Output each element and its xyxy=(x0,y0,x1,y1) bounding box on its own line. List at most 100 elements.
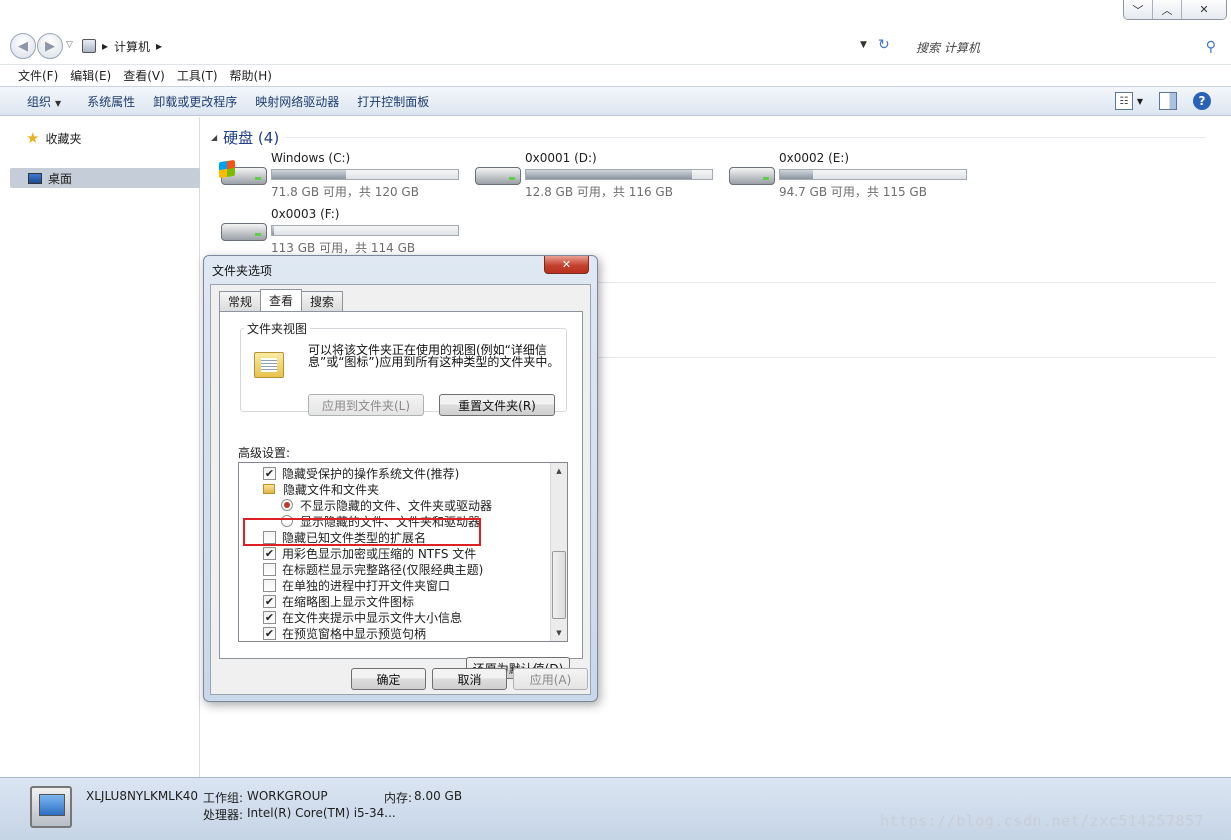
setting-row: 隐藏文件和文件夹 xyxy=(263,481,379,497)
window-controls: ﹀ ︿ ✕ xyxy=(1123,0,1227,20)
chevron-down-icon: ▼ xyxy=(55,98,62,108)
drive-item[interactable]: 0x0002 (E:) 94.7 GB 可用，共 115 GB xyxy=(727,151,977,203)
title-bar: ﹀ ︿ ✕ xyxy=(0,0,1231,30)
nav-item-favorites[interactable]: ★ 收藏夹 xyxy=(26,129,81,147)
breadcrumb[interactable]: ▸ 计算机 ▸ xyxy=(82,36,162,56)
menu-item[interactable]: 文件(F) xyxy=(12,67,64,84)
watermark: https://blog.csdn.net/zxc514257857 xyxy=(880,812,1205,830)
help-icon[interactable]: ? xyxy=(1193,92,1211,110)
setting-row[interactable]: ✔ 在缩略图上显示文件图标 xyxy=(263,593,414,609)
nav-item-label: 收藏夹 xyxy=(45,131,82,146)
tab-general[interactable]: 常规 xyxy=(219,291,262,311)
maximize-button[interactable]: ︿ xyxy=(1153,0,1182,19)
folder-options-dialog: 文件夹选项 ✕ 常规 查看 搜索 文件夹视图 可以将该文件夹正在使用的视图(例如… xyxy=(203,255,598,702)
dialog-close-button[interactable]: ✕ xyxy=(544,256,589,274)
setting-label: 隐藏文件和文件夹 xyxy=(283,482,380,497)
drive-usage-bar xyxy=(779,169,967,180)
scroll-down-icon[interactable]: ▼ xyxy=(551,625,567,641)
drive-free-space: 113 GB 可用，共 114 GB xyxy=(271,241,416,255)
map-network-drive-button[interactable]: 映射网络驱动器 xyxy=(246,93,348,110)
scroll-up-icon[interactable]: ▲ xyxy=(551,463,567,479)
drive-free-space: 94.7 GB 可用，共 115 GB xyxy=(779,185,927,199)
setting-row[interactable]: 不显示隐藏的文件、文件夹或驱动器 xyxy=(281,497,492,513)
refresh-icon[interactable]: ↻ xyxy=(878,37,890,53)
toolbar-right: ☷ ▼ ? xyxy=(1114,92,1211,110)
drive-item[interactable]: 0x0003 (F:) 113 GB 可用，共 114 GB xyxy=(219,207,469,259)
drive-name: 0x0002 (E:) xyxy=(779,151,850,165)
setting-row[interactable]: ✔ 在预览窗格中显示预览句柄 xyxy=(263,625,426,641)
apply-button[interactable]: 应用(A) xyxy=(513,668,588,690)
scrollbar-thumb[interactable] xyxy=(552,551,566,619)
search-input[interactable]: 搜索 计算机 xyxy=(916,39,980,56)
cpu-label: 处理器: xyxy=(203,808,244,822)
drive-usage-bar xyxy=(271,225,459,236)
ok-button[interactable]: 确定 xyxy=(351,668,426,690)
setting-label: 用彩色显示加密或压缩的 NTFS 文件 xyxy=(282,546,477,561)
address-dropdown-icon[interactable]: ▼ xyxy=(860,40,867,50)
tab-view[interactable]: 查看 xyxy=(260,289,303,311)
apply-to-folders-button[interactable]: 应用到文件夹(L) xyxy=(308,394,424,416)
search-box[interactable]: 搜索 计算机 ⚲ xyxy=(906,36,1222,58)
drive-item[interactable]: 0x0001 (D:) 12.8 GB 可用，共 116 GB xyxy=(473,151,723,203)
drive-free-space: 71.8 GB 可用，共 120 GB xyxy=(271,185,419,199)
checkbox-checked[interactable]: ✔ xyxy=(263,546,276,560)
workgroup-label: 工作组: xyxy=(203,791,244,805)
setting-label: 在预览窗格中显示预览句柄 xyxy=(282,626,427,641)
drive-item[interactable]: Windows (C:) 71.8 GB 可用，共 120 GB xyxy=(219,151,469,203)
minimize-button[interactable]: ﹀ xyxy=(1124,0,1153,19)
star-icon: ★ xyxy=(26,129,40,147)
change-view-icon[interactable]: ☷ xyxy=(1114,92,1133,110)
view-dropdown-icon[interactable]: ▼ xyxy=(1137,97,1143,106)
folder-icon xyxy=(263,484,275,494)
menu-item[interactable]: 工具(T) xyxy=(171,67,224,84)
checkbox-checked[interactable]: ✔ xyxy=(263,626,276,640)
organize-button[interactable]: 组织 ▼ xyxy=(18,93,70,110)
recent-pages-dropdown[interactable]: ▽ xyxy=(66,40,73,50)
back-arrow-icon: ◀ xyxy=(18,38,28,54)
setting-label: 不显示隐藏的文件、文件夹或驱动器 xyxy=(300,498,493,513)
drive-free-space: 12.8 GB 可用，共 116 GB xyxy=(525,185,673,199)
setting-row[interactable]: ✔ 用彩色显示加密或压缩的 NTFS 文件 xyxy=(263,545,476,561)
breadcrumb-separator-icon[interactable]: ▸ xyxy=(156,39,162,53)
group-header-hard-disks[interactable]: ◢ 硬盘 (4) xyxy=(211,127,279,148)
setting-row[interactable]: ✔ 在文件夹提示中显示文件大小信息 xyxy=(263,609,462,625)
cancel-button[interactable]: 取消 xyxy=(432,668,507,690)
group-divider xyxy=(596,282,1216,283)
setting-row[interactable]: 在单独的进程中打开文件夹窗口 xyxy=(263,577,450,593)
system-properties-button[interactable]: 系统属性 xyxy=(78,93,144,110)
menu-item[interactable]: 查看(V) xyxy=(117,67,171,84)
setting-label: 隐藏受保护的操作系统文件(推荐) xyxy=(282,466,460,481)
breadcrumb-computer[interactable]: 计算机 xyxy=(114,38,150,55)
breadcrumb-separator-icon[interactable]: ▸ xyxy=(102,39,108,53)
setting-row[interactable]: ✔ 隐藏受保护的操作系统文件(推荐) xyxy=(263,465,459,481)
forward-button[interactable]: ▶ xyxy=(37,33,63,59)
tab-search[interactable]: 搜索 xyxy=(301,291,344,311)
checkbox-unchecked[interactable] xyxy=(263,562,276,576)
memory-label: 内存: xyxy=(384,791,413,805)
checkbox-checked[interactable]: ✔ xyxy=(263,466,276,480)
reset-folders-button[interactable]: 重置文件夹(R) xyxy=(439,394,555,416)
settings-scrollbar[interactable]: ▲ ▼ xyxy=(550,463,567,641)
open-control-panel-button[interactable]: 打开控制面板 xyxy=(348,93,438,110)
organize-label: 组织 xyxy=(27,94,52,109)
advanced-settings-list[interactable]: ✔ 隐藏受保护的操作系统文件(推荐) 隐藏文件和文件夹 不显示隐藏的文件、文件夹或驱动… xyxy=(238,462,568,642)
radio-selected[interactable] xyxy=(281,499,293,511)
search-icon[interactable]: ⚲ xyxy=(1206,39,1216,55)
collapse-triangle-icon[interactable]: ◢ xyxy=(211,133,217,142)
checkbox-unchecked[interactable] xyxy=(263,578,276,592)
forward-arrow-icon: ▶ xyxy=(45,38,55,54)
nav-item-label: 桌面 xyxy=(48,171,73,186)
checkbox-checked[interactable]: ✔ xyxy=(263,610,276,624)
nav-item-desktop[interactable]: 桌面 xyxy=(10,168,200,188)
uninstall-program-button[interactable]: 卸载或更改程序 xyxy=(144,93,246,110)
preview-pane-icon[interactable] xyxy=(1159,92,1177,110)
checkbox-checked[interactable]: ✔ xyxy=(263,594,276,608)
hard-drive-icon xyxy=(219,217,269,245)
back-button[interactable]: ◀ xyxy=(10,33,36,59)
setting-row[interactable]: 在标题栏显示完整路径(仅限经典主题) xyxy=(263,561,483,577)
computer-icon xyxy=(30,786,72,828)
menu-item[interactable]: 帮助(H) xyxy=(224,67,278,84)
close-window-button[interactable]: ✕ xyxy=(1182,0,1226,19)
menu-item[interactable]: 编辑(E) xyxy=(64,67,117,84)
setting-label: 在标题栏显示完整路径(仅限经典主题) xyxy=(282,562,484,577)
